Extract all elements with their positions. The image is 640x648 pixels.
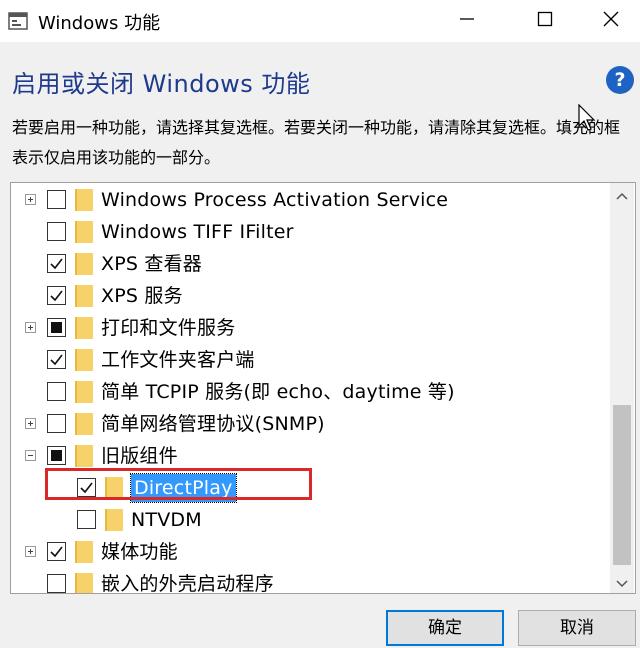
expand-icon[interactable]	[25, 418, 36, 429]
windows-features-icon	[8, 11, 28, 31]
folder-icon	[105, 509, 123, 531]
feature-row[interactable]: 简单 TCPIP 服务(即 echo、daytime 等)	[11, 376, 611, 408]
expand-icon[interactable]	[25, 322, 36, 333]
expand-icon[interactable]	[25, 194, 36, 205]
feature-label: 简单 TCPIP 服务(即 echo、daytime 等)	[101, 381, 455, 403]
feature-label: Windows Process Activation Service	[101, 189, 449, 211]
title-bar: Windows 功能	[0, 0, 640, 42]
feature-row[interactable]: 媒体功能	[11, 536, 611, 568]
feature-checkbox[interactable]	[47, 446, 66, 465]
scroll-down-button[interactable]	[610, 571, 634, 593]
folder-icon	[75, 253, 93, 275]
feature-row[interactable]: Windows TIFF IFilter	[11, 216, 611, 248]
scroll-thumb[interactable]	[613, 405, 631, 565]
folder-icon	[75, 445, 93, 467]
feature-label: 旧版组件	[101, 445, 178, 467]
feature-label: 打印和文件服务	[101, 317, 236, 339]
mouse-cursor-icon	[578, 103, 596, 136]
folder-icon	[75, 413, 93, 435]
expand-icon[interactable]	[25, 546, 36, 557]
folder-icon	[75, 573, 93, 593]
minimize-button[interactable]	[440, 0, 494, 42]
feature-row[interactable]: 工作文件夹客户端	[11, 344, 611, 376]
scroll-up-button[interactable]	[610, 183, 634, 205]
feature-label: 工作文件夹客户端	[101, 349, 255, 371]
feature-checkbox[interactable]	[47, 350, 66, 369]
page-title: 启用或关闭 Windows 功能	[12, 70, 311, 98]
feature-row[interactable]: XPS 查看器	[11, 248, 611, 280]
feature-label: XPS 服务	[101, 285, 183, 307]
feature-label: NTVDM	[131, 509, 202, 531]
feature-checkbox[interactable]	[47, 254, 66, 273]
ok-button[interactable]: 确定	[386, 610, 504, 646]
feature-label: XPS 查看器	[101, 253, 202, 275]
feature-checkbox[interactable]	[47, 382, 66, 401]
folder-icon	[75, 221, 93, 243]
folder-icon	[75, 285, 93, 307]
feature-row[interactable]: NTVDM	[11, 504, 611, 536]
feature-checkbox[interactable]	[47, 542, 66, 561]
close-icon	[603, 11, 619, 31]
highlight-box	[45, 468, 312, 500]
feature-checkbox[interactable]	[47, 190, 66, 209]
folder-icon	[75, 381, 93, 403]
feature-label: 简单网络管理协议(SNMP)	[101, 413, 325, 435]
close-button[interactable]	[584, 0, 638, 42]
folder-icon	[75, 189, 93, 211]
maximize-icon	[537, 11, 553, 31]
chevron-up-icon	[616, 185, 628, 204]
feature-label: 嵌入的外壳启动程序	[101, 573, 274, 594]
feature-checkbox[interactable]	[47, 318, 66, 337]
cancel-button[interactable]: 取消	[518, 610, 636, 646]
feature-checkbox[interactable]	[77, 510, 96, 529]
window-title: Windows 功能	[38, 13, 161, 34]
chevron-down-icon	[616, 573, 628, 592]
feature-checkbox[interactable]	[47, 286, 66, 305]
vertical-scrollbar[interactable]	[610, 183, 634, 593]
description-text: 若要启用一种功能，请选择其复选框。若要关闭一种功能，请清除其复选框。填充的框表示…	[12, 118, 621, 167]
feature-label: Windows TIFF IFilter	[101, 221, 294, 243]
feature-checkbox[interactable]	[47, 414, 66, 433]
feature-row[interactable]: 打印和文件服务	[11, 312, 611, 344]
collapse-icon[interactable]	[25, 450, 36, 461]
feature-tree[interactable]: Windows Process Activation Service Window…	[10, 182, 636, 594]
feature-row[interactable]: Windows Process Activation Service	[11, 184, 611, 216]
feature-row[interactable]: XPS 服务	[11, 280, 611, 312]
feature-checkbox[interactable]	[47, 222, 66, 241]
minimize-icon	[459, 11, 475, 31]
feature-label: 媒体功能	[101, 541, 178, 563]
feature-checkbox[interactable]	[47, 574, 66, 593]
folder-icon	[75, 349, 93, 371]
folder-icon	[75, 317, 93, 339]
help-icon[interactable]: ?	[606, 66, 634, 94]
maximize-button[interactable]	[518, 0, 572, 42]
feature-row[interactable]: 嵌入的外壳启动程序	[11, 568, 611, 594]
feature-row[interactable]: 简单网络管理协议(SNMP)	[11, 408, 611, 440]
folder-icon	[75, 541, 93, 563]
